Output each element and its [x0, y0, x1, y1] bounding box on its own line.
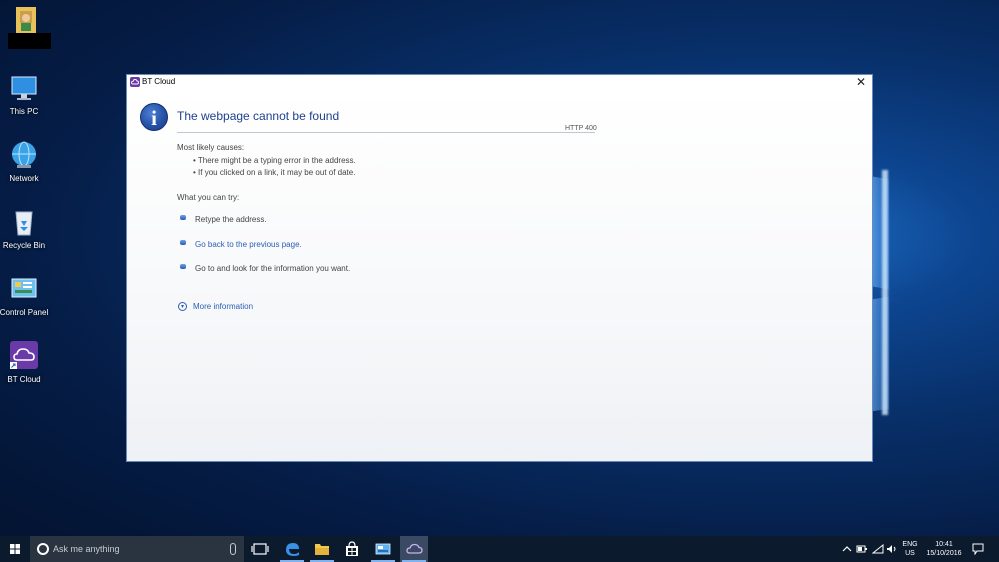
chevron-down-icon: ▾: [178, 302, 187, 312]
window-title: BT Cloud: [142, 77, 176, 86]
causes-label: Most likely causes:: [177, 143, 245, 152]
recycle-bin-icon: [15, 211, 33, 236]
taskbar-edge[interactable]: [278, 536, 306, 562]
cortana-icon: [37, 543, 49, 555]
desktop-icon-label: Network: [9, 174, 39, 183]
try-label: What you can try:: [177, 193, 240, 202]
desktop-icon-control-panel[interactable]: Control Panel: [0, 273, 52, 318]
task-view-button[interactable]: [246, 536, 274, 562]
bt-cloud-icon: [406, 543, 423, 554]
computer-icon: [11, 76, 37, 100]
desktop-icon-network[interactable]: Network: [0, 139, 52, 184]
volume-icon[interactable]: [886, 544, 898, 554]
desktop-icon-label: BT Cloud: [7, 375, 41, 384]
desktop-icon-label: This PC: [9, 107, 39, 116]
close-button[interactable]: ✕: [854, 75, 868, 89]
error-page: i The webpage cannot be found HTTP 400 M…: [127, 90, 872, 461]
desktop-icon-recycle-bin[interactable]: Recycle Bin: [0, 206, 52, 251]
desktop-icon-this-pc[interactable]: This PC: [0, 72, 52, 117]
task-view-icon: [251, 543, 269, 555]
desktop-icon-label: Recycle Bin: [2, 241, 46, 250]
microphone-icon[interactable]: [230, 543, 236, 555]
start-button[interactable]: [0, 536, 30, 562]
chevron-up-icon[interactable]: [842, 544, 852, 554]
taskbar-file-explorer[interactable]: [308, 536, 336, 562]
network-globe-icon: [12, 141, 36, 168]
clock-time: 10:41: [935, 541, 953, 548]
taskbar: Ask me anything ENG US 10:41 15/10/2016: [0, 536, 999, 562]
search-placeholder: Ask me anything: [53, 544, 120, 554]
cause-item: • There might be a typing error in the a…: [193, 156, 356, 165]
go-back-link[interactable]: Go back to the previous page.: [195, 240, 302, 249]
bullet-icon: [180, 240, 186, 245]
language-indicator[interactable]: ENG US: [900, 540, 920, 558]
taskbar-app-window[interactable]: [369, 536, 397, 562]
bt-cloud-shortcut-icon: [10, 341, 38, 369]
window-titlebar[interactable]: BT Cloud ✕: [127, 75, 872, 90]
bullet-icon: [180, 264, 186, 269]
clock[interactable]: 10:41 15/10/2016: [922, 540, 966, 558]
clock-date: 15/10/2016: [926, 550, 962, 557]
taskbar-bt-cloud[interactable]: [400, 536, 428, 562]
bt-cloud-window: BT Cloud ✕ i The webpage cannot be found…: [126, 74, 873, 462]
control-panel-icon: [11, 278, 37, 298]
store-bag-icon: [346, 541, 358, 556]
cause-item: • If you clicked on a link, it may be ou…: [193, 168, 356, 177]
edge-browser-icon: [286, 543, 299, 556]
desktop-icon-bt-cloud[interactable]: BT Cloud: [0, 340, 52, 385]
desktop-icon-label: Control Panel: [0, 308, 49, 317]
redacted-label: [8, 33, 51, 49]
action-text: Retype the address.: [195, 215, 267, 224]
battery-plug-icon[interactable]: [856, 544, 868, 554]
action-text: Go to and look for the information you w…: [195, 264, 351, 273]
info-icon: i: [140, 103, 168, 131]
page-title: The webpage cannot be found: [177, 109, 340, 123]
more-information-label: More information: [193, 302, 254, 311]
more-information-link[interactable]: ▾ More information: [178, 302, 254, 312]
bt-cloud-app-icon: [130, 77, 140, 87]
title-divider: [177, 132, 595, 133]
windows-logo-icon: [10, 544, 20, 554]
search-box[interactable]: Ask me anything: [30, 536, 244, 562]
wallpaper-glow: [882, 170, 888, 415]
http-status-code: HTTP 400: [565, 125, 597, 132]
taskbar-store[interactable]: [338, 536, 366, 562]
bullet-icon: [180, 215, 186, 220]
app-window-icon: [375, 543, 391, 555]
notifications-icon[interactable]: [972, 543, 984, 555]
file-explorer-icon: [315, 544, 329, 555]
network-icon[interactable]: [872, 544, 884, 554]
